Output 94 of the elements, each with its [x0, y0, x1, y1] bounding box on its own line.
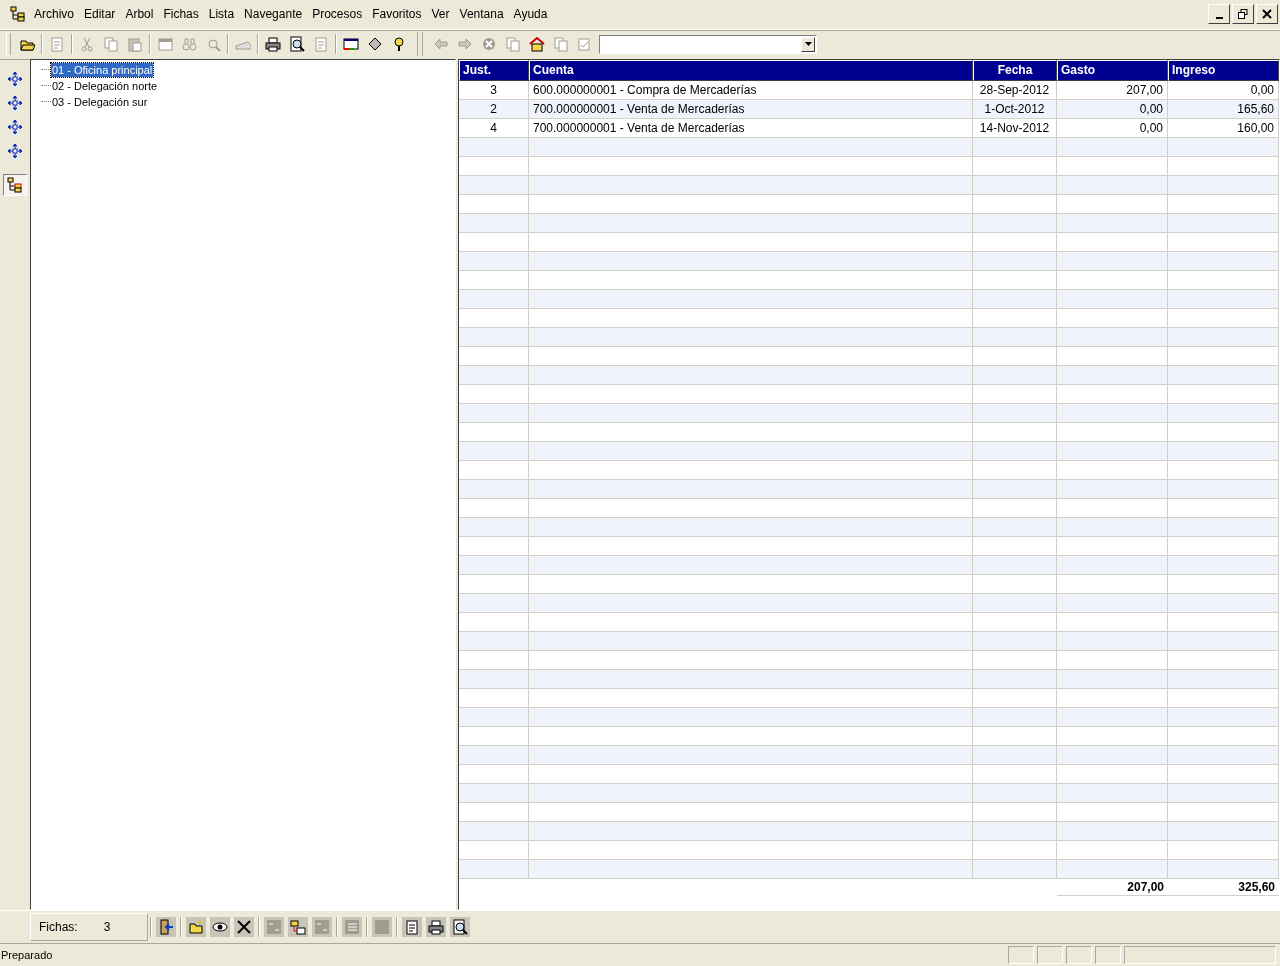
page-icon — [313, 36, 329, 53]
paste-icon — [127, 36, 143, 53]
new-folder-button[interactable] — [186, 917, 206, 938]
delete-button[interactable] — [234, 917, 254, 938]
stop-icon — [481, 36, 497, 53]
blank-icon — [374, 919, 390, 936]
table-cell: 0,00 — [1168, 80, 1279, 99]
exit-door-icon — [158, 919, 174, 936]
list-icon — [314, 919, 330, 936]
column-header[interactable]: Just. — [459, 59, 529, 81]
menu-item[interactable]: Navegante — [239, 7, 308, 22]
diamond-icon — [367, 36, 383, 53]
tree-item[interactable]: 03 - Delegación sur — [51, 94, 149, 109]
table-cell: 165,60 — [1168, 99, 1279, 118]
search-icon — [205, 36, 221, 53]
menu-item[interactable]: Favoritos — [367, 7, 427, 22]
print-preview-icon — [289, 36, 305, 53]
scissors-icon — [79, 36, 95, 53]
print-icon — [428, 919, 444, 936]
status-pane — [1066, 946, 1092, 965]
document-icon — [49, 36, 65, 53]
close-icon — [1262, 9, 1272, 20]
column-header[interactable]: Cuenta — [529, 59, 973, 81]
print-preview-button[interactable] — [450, 917, 470, 938]
column-header[interactable]: Ingreso — [1168, 59, 1279, 81]
delete-icon — [236, 919, 252, 936]
dropdown-arrow-icon — [804, 42, 812, 47]
table-cell: 14-Nov-2012 — [973, 118, 1057, 137]
column-header[interactable]: Gasto — [1057, 59, 1168, 81]
combo-field[interactable] — [599, 34, 817, 54]
monitor-icon — [343, 36, 359, 53]
window-icon — [157, 36, 173, 53]
tree-app-icon — [10, 6, 26, 23]
grid-icon — [344, 919, 360, 936]
restore-button[interactable] — [1232, 4, 1254, 25]
table-cell: 28-Sep-2012 — [973, 80, 1057, 99]
menu-item[interactable]: Archivo — [29, 7, 79, 22]
eye-button[interactable] — [210, 917, 230, 938]
menu-item[interactable]: Procesos — [307, 7, 368, 22]
menu-item[interactable]: Editar — [79, 7, 121, 22]
tree-view-button[interactable] — [3, 173, 27, 196]
menu-item[interactable]: Ventana — [454, 7, 509, 22]
table-cell: 4 — [459, 118, 529, 137]
table-cell: 2 — [459, 99, 529, 118]
close-button[interactable] — [1256, 4, 1278, 25]
documents-icon — [553, 36, 569, 53]
move-arrows-icon — [7, 94, 23, 111]
table-cell: 0,00 — [1057, 99, 1168, 118]
table-cell: 207,00 — [1057, 80, 1168, 99]
menu-item[interactable]: Fichas — [158, 7, 204, 22]
minimize-icon — [1215, 17, 1223, 20]
records-count: 3 — [103, 920, 111, 935]
restore-icon — [1238, 9, 1248, 20]
menu-item[interactable]: Ver — [426, 7, 455, 22]
exit-door-button[interactable] — [156, 917, 176, 938]
page-icon — [404, 919, 420, 936]
tree-item[interactable]: 02 - Delegación norte — [51, 78, 159, 93]
linked-items-button[interactable] — [288, 917, 308, 938]
column-header[interactable]: Fecha — [973, 59, 1057, 81]
print-icon — [265, 36, 281, 53]
move-arrows-icon — [7, 70, 23, 87]
binoculars-icon — [181, 36, 197, 53]
status-pane — [1037, 946, 1063, 965]
total-value: 325,60 — [1237, 878, 1276, 895]
status-text: Preparado — [1, 949, 53, 962]
table-cell: 3 — [459, 80, 529, 99]
minimize-button[interactable] — [1208, 4, 1230, 25]
menu-item[interactable]: Lista — [203, 7, 240, 22]
home-icon — [529, 36, 545, 53]
print-preview-icon — [452, 919, 468, 936]
page-button[interactable] — [402, 917, 422, 938]
tree-icon — [7, 176, 23, 193]
tree-item[interactable]: 01 - Oficina principal — [51, 62, 154, 77]
move-arrows-icon — [7, 118, 23, 135]
records-label: Fichas: — [39, 920, 78, 935]
linked-items-icon — [290, 919, 306, 936]
print-button[interactable] — [426, 917, 446, 938]
table-cell: 1-Oct-2012 — [973, 99, 1057, 118]
checklist-icon — [577, 36, 593, 53]
move-arrows-icon — [7, 142, 23, 159]
table-cell: 0,00 — [1057, 118, 1168, 137]
table-cell: 160,00 — [1168, 118, 1279, 137]
menu-item[interactable]: Ayuda — [508, 7, 553, 22]
new-folder-icon — [188, 919, 204, 936]
documents-icon — [505, 36, 521, 53]
table-cell: 700.000000001 - Venta de Mercaderías — [529, 99, 973, 118]
copy-icon — [103, 36, 119, 53]
total-value: 207,00 — [1126, 878, 1165, 895]
menu-item[interactable]: Arbol — [120, 7, 159, 22]
list-icon — [266, 919, 282, 936]
status-pane — [1095, 946, 1121, 965]
table-cell: 700.000000001 - Venta de Mercaderías — [529, 118, 973, 137]
table-cell: 600.000000001 - Compra de Mercaderías — [529, 80, 973, 99]
status-pane — [1008, 946, 1034, 965]
